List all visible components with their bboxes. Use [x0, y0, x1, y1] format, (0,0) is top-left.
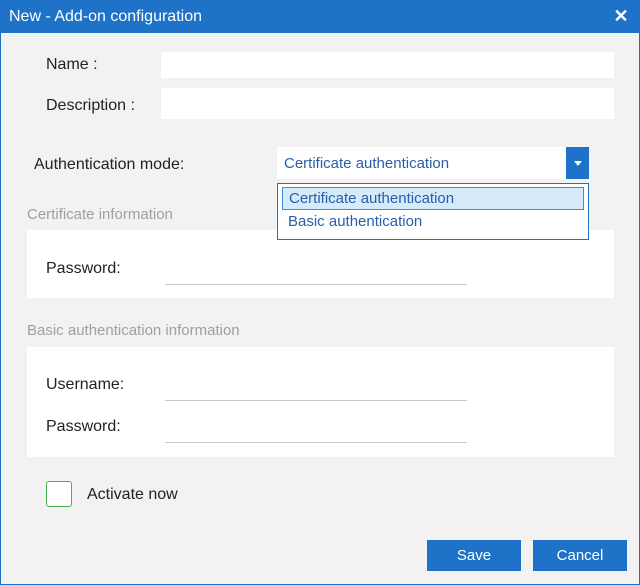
title-bar[interactable]: New - Add-on configuration ✕	[1, 1, 639, 33]
window-title: New - Add-on configuration	[9, 8, 202, 25]
basic-auth-section-title: Basic authentication information	[27, 322, 240, 339]
name-input[interactable]	[161, 52, 614, 78]
basic-auth-panel: Username: Password:	[27, 347, 614, 457]
chevron-down-icon[interactable]	[566, 147, 589, 179]
dropdown-option-basic[interactable]: Basic authentication	[282, 211, 584, 234]
activate-now-checkbox[interactable]	[46, 481, 72, 507]
certificate-section-title: Certificate information	[27, 206, 173, 223]
save-button[interactable]: Save	[427, 540, 521, 571]
description-label: Description :	[46, 97, 135, 114]
certificate-password-label: Password:	[46, 260, 121, 277]
name-label: Name :	[46, 56, 98, 73]
authentication-mode-value: Certificate authentication	[284, 155, 450, 172]
cancel-button[interactable]: Cancel	[533, 540, 627, 571]
close-icon[interactable]: ✕	[611, 5, 631, 27]
certificate-password-input[interactable]	[165, 260, 467, 285]
basic-password-input[interactable]	[165, 418, 467, 443]
dropdown-option-certificate[interactable]: Certificate authentication	[282, 187, 584, 210]
add-on-configuration-dialog: New - Add-on configuration ✕ Name : Desc…	[0, 0, 640, 585]
description-input[interactable]	[161, 88, 614, 119]
activate-now-label[interactable]: Activate now	[87, 486, 178, 504]
certificate-panel: Password:	[27, 230, 614, 298]
authentication-mode-select[interactable]: Certificate authentication	[277, 147, 589, 179]
username-input[interactable]	[165, 376, 467, 401]
basic-password-label: Password:	[46, 418, 121, 435]
username-label: Username:	[46, 376, 125, 393]
authentication-mode-dropdown: Certificate authentication Basic authent…	[277, 183, 589, 240]
authentication-mode-label: Authentication mode:	[34, 156, 185, 173]
